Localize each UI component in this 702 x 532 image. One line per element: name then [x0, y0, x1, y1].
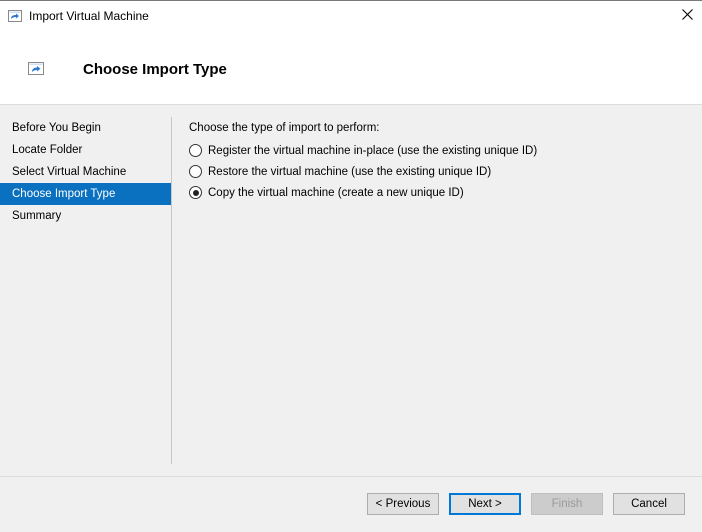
- finish-button: Finish: [531, 493, 603, 515]
- option-label: Register the virtual machine in-place (u…: [208, 144, 538, 157]
- step-select-virtual-machine[interactable]: Select Virtual Machine: [0, 161, 171, 183]
- wizard-header: Choose Import Type: [0, 31, 702, 105]
- option-label: Restore the virtual machine (use the exi…: [208, 165, 492, 178]
- wizard-steps: Before You Begin Locate Folder Select Vi…: [0, 117, 171, 227]
- radio-button[interactable]: [189, 165, 202, 178]
- option-restore[interactable]: Restore the virtual machine (use the exi…: [189, 161, 537, 182]
- import-type-panel: Choose the type of import to perform: Re…: [189, 122, 537, 203]
- step-summary[interactable]: Summary: [0, 205, 171, 227]
- cancel-button[interactable]: Cancel: [613, 493, 685, 515]
- next-button[interactable]: Next >: [449, 493, 521, 515]
- sidebar-divider: [171, 117, 172, 464]
- import-type-prompt: Choose the type of import to perform:: [189, 122, 380, 134]
- option-copy[interactable]: Copy the virtual machine (create a new u…: [189, 182, 537, 203]
- page-title: Choose Import Type: [83, 61, 227, 78]
- option-register-in-place[interactable]: Register the virtual machine in-place (u…: [189, 140, 537, 161]
- import-vm-icon: [28, 62, 44, 78]
- step-before-you-begin[interactable]: Before You Begin: [0, 117, 171, 139]
- import-vm-icon: [8, 10, 22, 25]
- footer-divider: [0, 476, 702, 477]
- previous-button[interactable]: < Previous: [367, 493, 439, 515]
- step-locate-folder[interactable]: Locate Folder: [0, 139, 171, 161]
- close-button[interactable]: [672, 1, 702, 31]
- radio-button-selected[interactable]: [189, 186, 202, 199]
- radio-button[interactable]: [189, 144, 202, 157]
- step-choose-import-type[interactable]: Choose Import Type: [0, 183, 171, 205]
- option-label: Copy the virtual machine (create a new u…: [208, 186, 464, 199]
- close-icon: [681, 9, 693, 23]
- window-title: Import Virtual Machine: [29, 9, 149, 23]
- title-bar: Import Virtual Machine: [0, 1, 702, 31]
